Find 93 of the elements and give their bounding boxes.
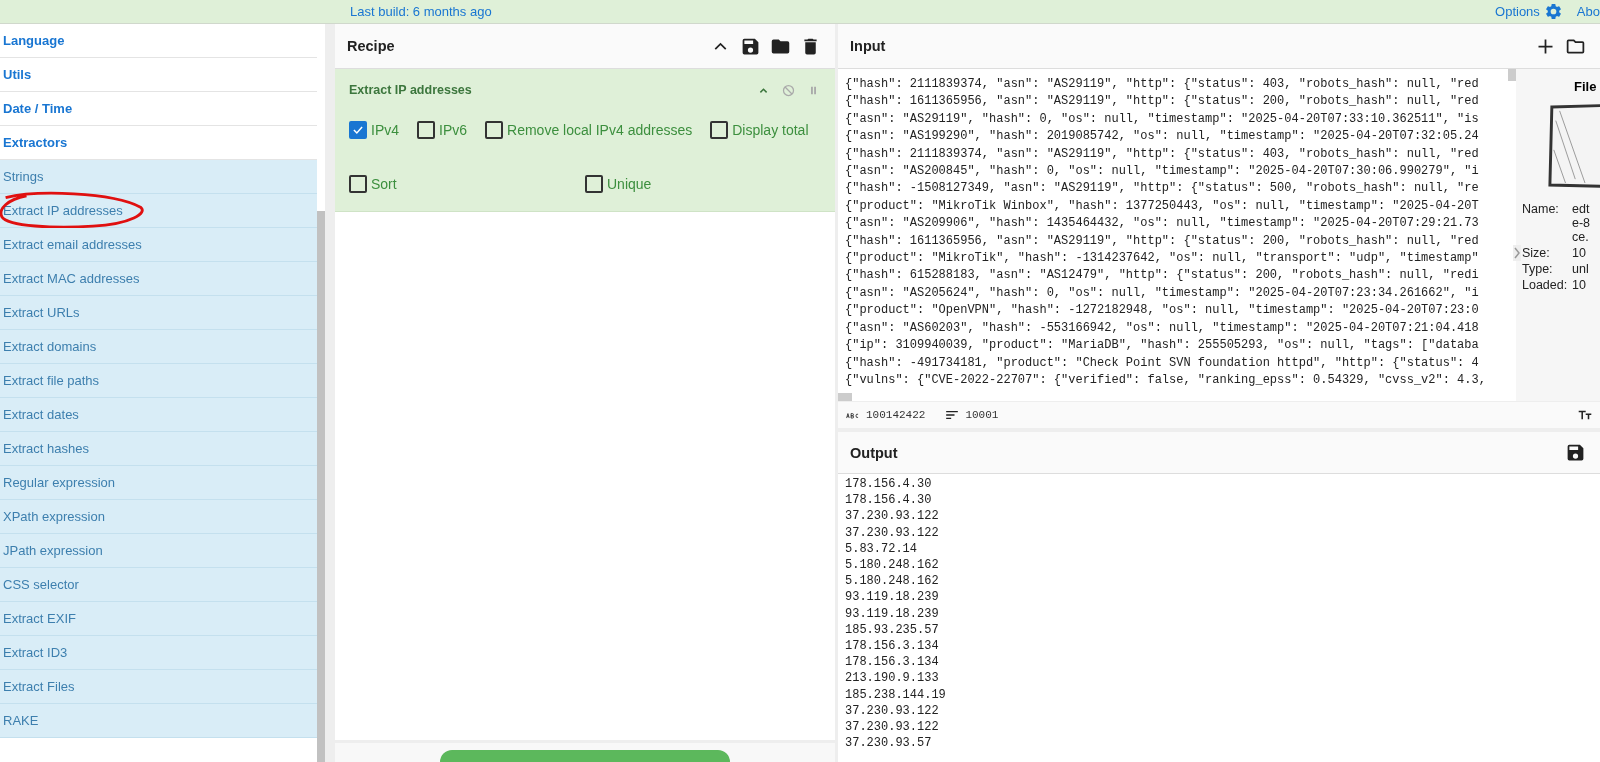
output-line: 213.190.9.133: [845, 670, 940, 687]
output-line: 185.238.144.19: [845, 686, 947, 703]
input-line: {"asn": "AS60203", "hash": -553166942, "os": null, "timestamp": "2025-04-20T07:21:04.418: [845, 319, 1480, 337]
output-line: 178.156.4.30: [845, 492, 933, 509]
checkbox[interactable]: [485, 121, 504, 139]
output-title: Output: [850, 444, 898, 461]
operation-item[interactable]: Extract email addresses: [0, 228, 317, 262]
output-line: 178.156.4.30: [845, 476, 933, 493]
operation-item[interactable]: Extract Files: [0, 670, 317, 704]
operation-item[interactable]: Extract dates: [0, 398, 317, 432]
operation-title: Extract IP addresses: [349, 83, 472, 97]
checkbox[interactable]: [710, 121, 729, 139]
operation-item[interactable]: Extract ID3: [0, 636, 317, 670]
operation-item[interactable]: Extract URLs: [0, 296, 317, 330]
checkbox-option[interactable]: Remove local IPv4 addresses: [485, 117, 693, 143]
checkbox-option[interactable]: Unique: [585, 171, 821, 197]
file-detail-label: Loaded:: [1522, 278, 1569, 292]
file-detail-value: ce.: [1572, 230, 1590, 244]
about-link[interactable]: Abo: [1576, 4, 1600, 19]
checkbox[interactable]: [417, 121, 435, 139]
input-line: {"product": "OpenVPN", "hash": -1272182948, "os": null, "timestamp": "2025-04-20T07:23:0: [845, 302, 1480, 320]
input-line: {"asn": "AS29119", "hash": 0, "os": null, "timestamp": "2025-04-20T07:33:10.362511", "is: [845, 110, 1480, 128]
settings-icon[interactable]: [1543, 2, 1563, 21]
options-link[interactable]: Options: [1495, 4, 1540, 19]
collapse-handle-icon[interactable]: [1513, 245, 1521, 261]
operation-item[interactable]: JPath expression: [0, 534, 317, 568]
operation-item[interactable]: RAKE: [0, 704, 317, 738]
input-line-count: 10001: [965, 409, 999, 421]
lines-icon: [945, 410, 960, 420]
file-detail-value: 10: [1572, 278, 1587, 292]
output-line: 37.230.93.122: [845, 702, 940, 720]
input-line: {"hash": 1611365956, "asn": "AS29119", "http": {"status": 200, "robots_hash": null, "red: [845, 93, 1480, 111]
checkbox-option[interactable]: Sort: [349, 171, 585, 197]
recipe-title: Recipe: [347, 38, 395, 54]
output-line: 178.156.3.134: [845, 654, 940, 671]
input-line: {"asn": "AS200845", "hash": 0, "os": null, "timestamp": "2025-04-20T07:30:06.990279", "i: [845, 163, 1480, 181]
operation-item[interactable]: Strings: [0, 160, 317, 194]
output-line: 93.119.18.239: [845, 589, 940, 606]
output-line: 5.180.248.162: [845, 557, 940, 574]
output-line: 178.156.3.134: [845, 638, 940, 655]
file-detail-value: edt: [1572, 202, 1591, 216]
checkbox-option[interactable]: Display total: [710, 117, 809, 143]
input-line: {"product": "MikroTik Winbox", "hash": 1377250443, "os": null, "timestamp": "2025-04-20T: [845, 197, 1480, 215]
operation-item[interactable]: CSS selector: [0, 568, 317, 602]
output-line: 37.230.93.57: [845, 735, 933, 752]
output-line: 185.93.235.57: [845, 621, 940, 639]
file-detail-label: Name:: [1522, 202, 1560, 218]
output-line: 5.83.72.14: [845, 540, 918, 557]
last-build-text: Last build: 6 months ago: [350, 4, 492, 19]
checkbox[interactable]: [585, 175, 603, 193]
input-line: {"asn": "AS199290", "hash": 2019085742, "os": null, "timestamp": "2025-04-20T07:32:05.24: [845, 128, 1480, 146]
file-detail-value: e-8: [1572, 216, 1591, 230]
input-line: {"ip": 3109940039, "product": "MariaDB", "hash": 255505293, "os": null, "tags": ["databa: [845, 337, 1480, 355]
operation-item[interactable]: Extract domains: [0, 330, 317, 364]
file-details-title: File: [1574, 79, 1597, 94]
file-detail-value: unl: [1572, 262, 1590, 276]
text-size-icon[interactable]: [1578, 409, 1592, 421]
input-line: {"hash": 1611365956, "asn": "AS29119", "http": {"status": 200, "robots_hash": null, "red: [845, 232, 1480, 250]
file-detail-label: Size:: [1522, 246, 1551, 260]
input-line: {"product": "MikroTik", "hash": -1314237642, "os": null, "transport": "udp", "timestamp": [845, 250, 1480, 268]
operation-item[interactable]: Extract EXIF: [0, 602, 317, 636]
operation-item[interactable]: XPath expression: [0, 500, 317, 534]
operation-item[interactable]: Extract hashes: [0, 432, 317, 466]
input-line: {"asn": "AS209906", "hash": 1435464432, "os": null, "timestamp": "2025-04-20T07:29:21.73: [845, 215, 1480, 233]
output-line: 37.230.93.122: [845, 524, 940, 541]
abc-icon: [846, 411, 860, 419]
output-line: 37.230.93.122: [845, 719, 940, 736]
checkbox-option[interactable]: IPv6: [417, 117, 468, 143]
output-line: 93.119.18.239: [845, 605, 940, 622]
checkbox[interactable]: [349, 121, 367, 139]
operation-item[interactable]: Regular expression: [0, 466, 317, 500]
output-line: 5.180.248.162: [845, 573, 940, 590]
scrollbar[interactable]: [838, 393, 852, 401]
operation-item[interactable]: Extract MAC addresses: [0, 262, 317, 296]
input-line: {"asn": "AS205624", "hash": 0, "os": null, "timestamp": "2025-04-20T07:23:34.261662", "i: [845, 284, 1480, 302]
scrollbar[interactable]: [317, 211, 325, 762]
operation-item[interactable]: Extract IP addresses: [0, 194, 317, 228]
input-line: {"hash": -491734181, "product": "Check Point SVN foundation httpd", "http": {"status": 4: [845, 354, 1480, 372]
scrollbar[interactable]: [1508, 69, 1516, 81]
operation-item[interactable]: Extract file paths: [0, 364, 317, 398]
file-detail-label: Type:: [1522, 262, 1554, 276]
input-line: {"hash": 615288183, "asn": "AS12479", "http": {"status": 200, "robots_hash": null, "redi: [845, 267, 1480, 285]
input-line: {"hash": 2111839374, "asn": "AS29119", "http": {"status": 403, "robots_hash": null, "red: [845, 76, 1480, 93]
input-title: Input: [850, 38, 886, 54]
input-length: 100142422: [866, 409, 926, 421]
input-line: {"hash": -1508127349, "asn": "AS29119", "http": {"status": 500, "robots_hash": null, "re: [845, 180, 1480, 198]
input-line: {"vulns": {"CVE-2022-22707": {"verified": false, "ranking_epss": 0.54329, "cvss_v2": 4.3,: [845, 371, 1487, 389]
save-icon[interactable]: [1565, 442, 1586, 463]
output-line: 37.230.93.122: [845, 508, 940, 525]
checkbox-option[interactable]: IPv4: [349, 117, 399, 143]
checkbox[interactable]: [349, 175, 367, 193]
input-line: {"hash": 2111839374, "asn": "AS29119", "http": {"status": 403, "robots_hash": null, "red: [845, 145, 1480, 163]
file-detail-value: 10: [1572, 246, 1587, 260]
